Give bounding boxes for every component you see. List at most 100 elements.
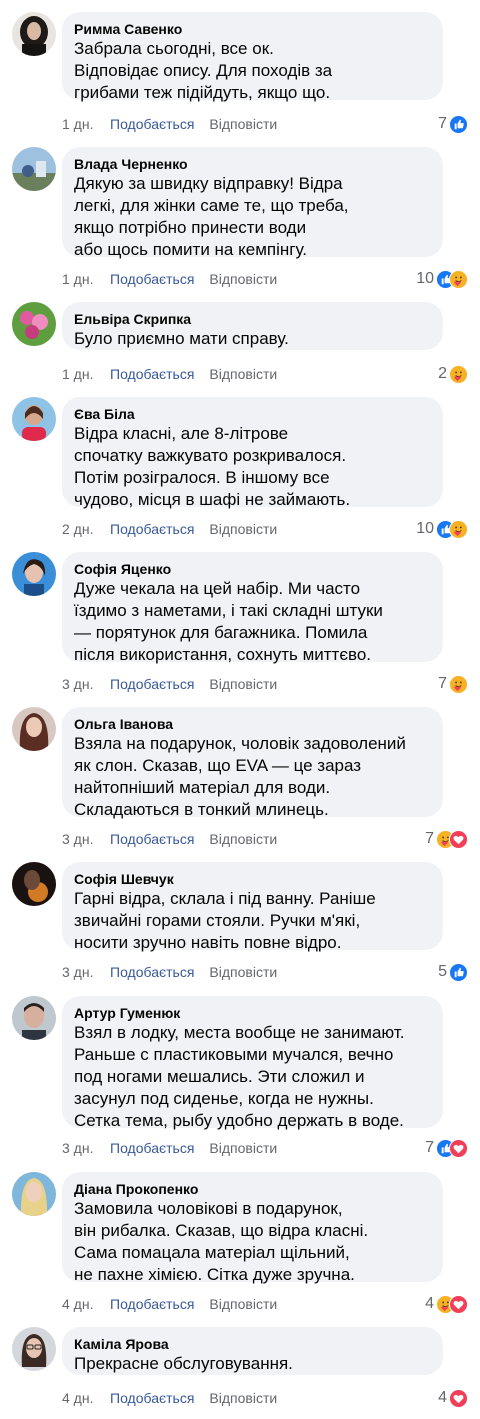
reactions[interactable]: 7	[425, 1138, 468, 1158]
reactions[interactable]: 7	[438, 114, 468, 134]
reply-button[interactable]: Відповісти	[209, 269, 277, 289]
avatar[interactable]	[12, 1172, 56, 1216]
reply-button[interactable]: Відповісти	[209, 962, 277, 982]
reactions[interactable]: 10	[416, 519, 468, 539]
comment-time[interactable]: 1 дн.	[62, 364, 110, 384]
comment-time[interactable]: 2 дн.	[62, 519, 110, 539]
comment-text: Прекрасне обслуговування.	[74, 1354, 293, 1373]
comment-text: Дуже чекала на цей набір. Ми часто їздим…	[74, 579, 383, 664]
comment-actions: 4 дн. Подобається Відповісти	[62, 1294, 277, 1314]
comment-author[interactable]: Каміла Ярова	[74, 1335, 431, 1353]
care-icon	[449, 269, 468, 289]
reactions[interactable]: 4	[425, 1294, 468, 1314]
care-icon	[449, 364, 468, 384]
reply-button[interactable]: Відповісти	[209, 364, 277, 384]
comment-bubble: Ельвіра Скрипка Було приємно мати справу…	[62, 302, 443, 350]
like-button[interactable]: Подобається	[110, 1294, 194, 1314]
comment-text: Замовила чоловікові в подарунок, він риб…	[74, 1199, 369, 1284]
like-button[interactable]: Подобається	[110, 269, 194, 289]
comment-text: Гарні відра, склала і під ванну. Раніше …	[74, 889, 376, 952]
comment-author[interactable]: Діана Прокопенко	[74, 1180, 431, 1198]
reaction-count: 7	[438, 675, 447, 692]
comment-author[interactable]: Ельвіра Скрипка	[74, 310, 431, 328]
comment-time[interactable]: 4 дн.	[62, 1294, 110, 1314]
comment-text: Забрала сьогодні, все ок. Відповідає опи…	[74, 39, 333, 102]
comment-text: Взял в лодку, места вообще не занимают. …	[74, 1023, 405, 1130]
avatar[interactable]	[12, 707, 56, 751]
reaction-count: 5	[438, 963, 447, 980]
like-button[interactable]: Подобається	[110, 1388, 194, 1408]
reply-button[interactable]: Відповісти	[209, 1138, 277, 1158]
comment-text: Взяла на подарунок, чоловік задоволений …	[74, 734, 406, 819]
reaction-count: 7	[425, 1139, 434, 1156]
like-button[interactable]: Подобається	[110, 1138, 194, 1158]
comment-text: Дякую за швидку відправку! Відра легкі, …	[74, 174, 349, 259]
comment-time[interactable]: 3 дн.	[62, 962, 110, 982]
reactions[interactable]: 7	[425, 829, 468, 849]
comment-bubble: Софія Яценко Дуже чекала на цей набір. М…	[62, 552, 443, 664]
comment-author[interactable]: Артур Гуменюк	[74, 1004, 431, 1022]
like-button[interactable]: Подобається	[110, 829, 194, 849]
care-icon	[449, 519, 468, 539]
reply-button[interactable]: Відповісти	[209, 674, 277, 694]
comment-text: Було приємно мати справу.	[74, 329, 289, 348]
comment-author[interactable]: Єва Біла	[74, 405, 431, 423]
reply-button[interactable]: Відповісти	[209, 1388, 277, 1408]
comment-time[interactable]: 1 дн.	[62, 114, 110, 134]
comment-author[interactable]: Софія Яценко	[74, 560, 431, 578]
comment-bubble: Римма Савенко Забрала сьогодні, все ок. …	[62, 12, 443, 102]
comment-actions: 1 дн. Подобається Відповісти	[62, 364, 277, 384]
avatar[interactable]	[12, 552, 56, 596]
reply-button[interactable]: Відповісти	[209, 829, 277, 849]
avatar[interactable]	[12, 12, 56, 56]
like-button[interactable]: Подобається	[110, 114, 194, 134]
comment-actions: 1 дн. Подобається Відповісти	[62, 114, 277, 134]
reactions[interactable]: 4	[438, 1388, 468, 1408]
reactions[interactable]: 2	[438, 364, 468, 384]
avatar[interactable]	[12, 302, 56, 346]
like-button[interactable]: Подобається	[110, 364, 194, 384]
reply-button[interactable]: Відповісти	[209, 1294, 277, 1314]
avatar[interactable]	[12, 862, 56, 906]
like-button[interactable]: Подобається	[110, 674, 194, 694]
comment-actions: 4 дн. Подобається Відповісти	[62, 1388, 277, 1408]
comment-author[interactable]: Римма Савенко	[74, 20, 431, 38]
comment-time[interactable]: 3 дн.	[62, 829, 110, 849]
comment-actions: 2 дн. Подобається Відповісти	[62, 519, 277, 539]
love-icon	[449, 1388, 468, 1408]
reactions[interactable]: 10	[416, 269, 468, 289]
comment-time[interactable]: 3 дн.	[62, 1138, 110, 1158]
comment-author[interactable]: Ольга Іванова	[74, 715, 431, 733]
reactions[interactable]: 7	[438, 674, 468, 694]
comment-time[interactable]: 1 дн.	[62, 269, 110, 289]
comment-actions: 1 дн. Подобається Відповісти	[62, 269, 277, 289]
comment-text: Відра класні, але 8-літрове спочатку важ…	[74, 424, 351, 509]
like-icon	[449, 962, 468, 982]
comment-author[interactable]: Софія Шевчук	[74, 870, 431, 888]
comment-time[interactable]: 3 дн.	[62, 674, 110, 694]
reaction-count: 10	[416, 270, 434, 287]
reply-button[interactable]: Відповісти	[209, 519, 277, 539]
reaction-count: 7	[438, 115, 447, 132]
reaction-count: 10	[416, 520, 434, 537]
comment-author[interactable]: Влада Черненко	[74, 155, 431, 173]
comment-bubble: Влада Черненко Дякую за швидку відправку…	[62, 147, 443, 259]
reactions[interactable]: 5	[438, 962, 468, 982]
comment-bubble: Софія Шевчук Гарні відра, склала і під в…	[62, 862, 443, 952]
comment-time[interactable]: 4 дн.	[62, 1388, 110, 1408]
reaction-count: 2	[438, 365, 447, 382]
like-button[interactable]: Подобається	[110, 962, 194, 982]
avatar[interactable]	[12, 1327, 56, 1371]
avatar[interactable]	[12, 996, 56, 1040]
reaction-count: 7	[425, 830, 434, 847]
love-icon	[449, 1138, 468, 1158]
reply-button[interactable]: Відповісти	[209, 114, 277, 134]
reaction-count: 4	[438, 1389, 447, 1406]
care-icon	[449, 674, 468, 694]
comment-bubble: Каміла Ярова Прекрасне обслуговування.	[62, 1327, 443, 1375]
comment-actions: 3 дн. Подобається Відповісти	[62, 962, 277, 982]
avatar[interactable]	[12, 147, 56, 191]
reaction-count: 4	[425, 1295, 434, 1312]
like-button[interactable]: Подобається	[110, 519, 194, 539]
avatar[interactable]	[12, 397, 56, 441]
